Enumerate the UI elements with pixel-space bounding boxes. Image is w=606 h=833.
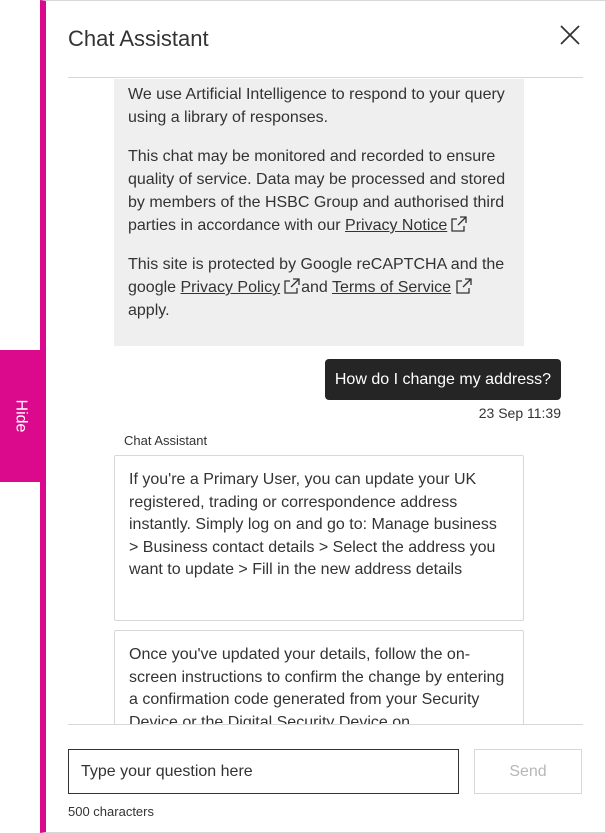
close-icon[interactable] xyxy=(558,23,582,47)
message-timestamp: 23 Sep 11:39 xyxy=(478,405,561,421)
send-button[interactable]: Send xyxy=(474,749,582,794)
chat-title: Chat Assistant xyxy=(68,26,209,51)
bot-message-bubble: Once you've updated your details, follow… xyxy=(114,630,524,724)
privacy-notice-link[interactable]: Privacy Notice xyxy=(345,217,447,234)
bot-message-bubble: If you're a Primary User, you can update… xyxy=(114,455,524,621)
chat-panel: Chat Assistant We use Artificial Intelli… xyxy=(40,0,606,833)
user-message-bubble: How do I change my address? xyxy=(324,359,561,400)
character-count: 500 characters xyxy=(68,804,154,819)
disclaimer-para-recaptcha: This site is protected by Google reCAPTC… xyxy=(128,253,510,322)
external-link-icon xyxy=(455,278,472,294)
disclaimer-para-ai: We use Artificial Intelligence to respon… xyxy=(128,86,505,126)
external-link-icon xyxy=(284,278,300,294)
external-link-icon xyxy=(451,216,467,232)
disclaimer-and-text: and xyxy=(301,279,328,296)
chat-footer: Send 500 characters xyxy=(68,724,583,833)
hide-tab-label: Hide xyxy=(12,399,29,433)
terms-of-service-link[interactable]: Terms of Service xyxy=(332,279,451,296)
disclaimer-message: We use Artificial Intelligence to respon… xyxy=(114,79,524,346)
hide-tab[interactable]: Hide xyxy=(0,350,40,482)
privacy-policy-link[interactable]: Privacy Policy xyxy=(181,279,281,296)
message-list[interactable]: We use Artificial Intelligence to respon… xyxy=(68,79,583,724)
agent-name-label: Chat Assistant xyxy=(124,433,208,448)
disclaimer-para-monitoring: This chat may be monitored and recorded … xyxy=(128,145,510,237)
disclaimer-apply-text: apply. xyxy=(128,302,170,319)
chat-header: Chat Assistant xyxy=(68,1,583,78)
question-input[interactable] xyxy=(68,749,459,794)
disclaimer-monitoring-text: This chat may be monitored and recorded … xyxy=(128,148,506,234)
